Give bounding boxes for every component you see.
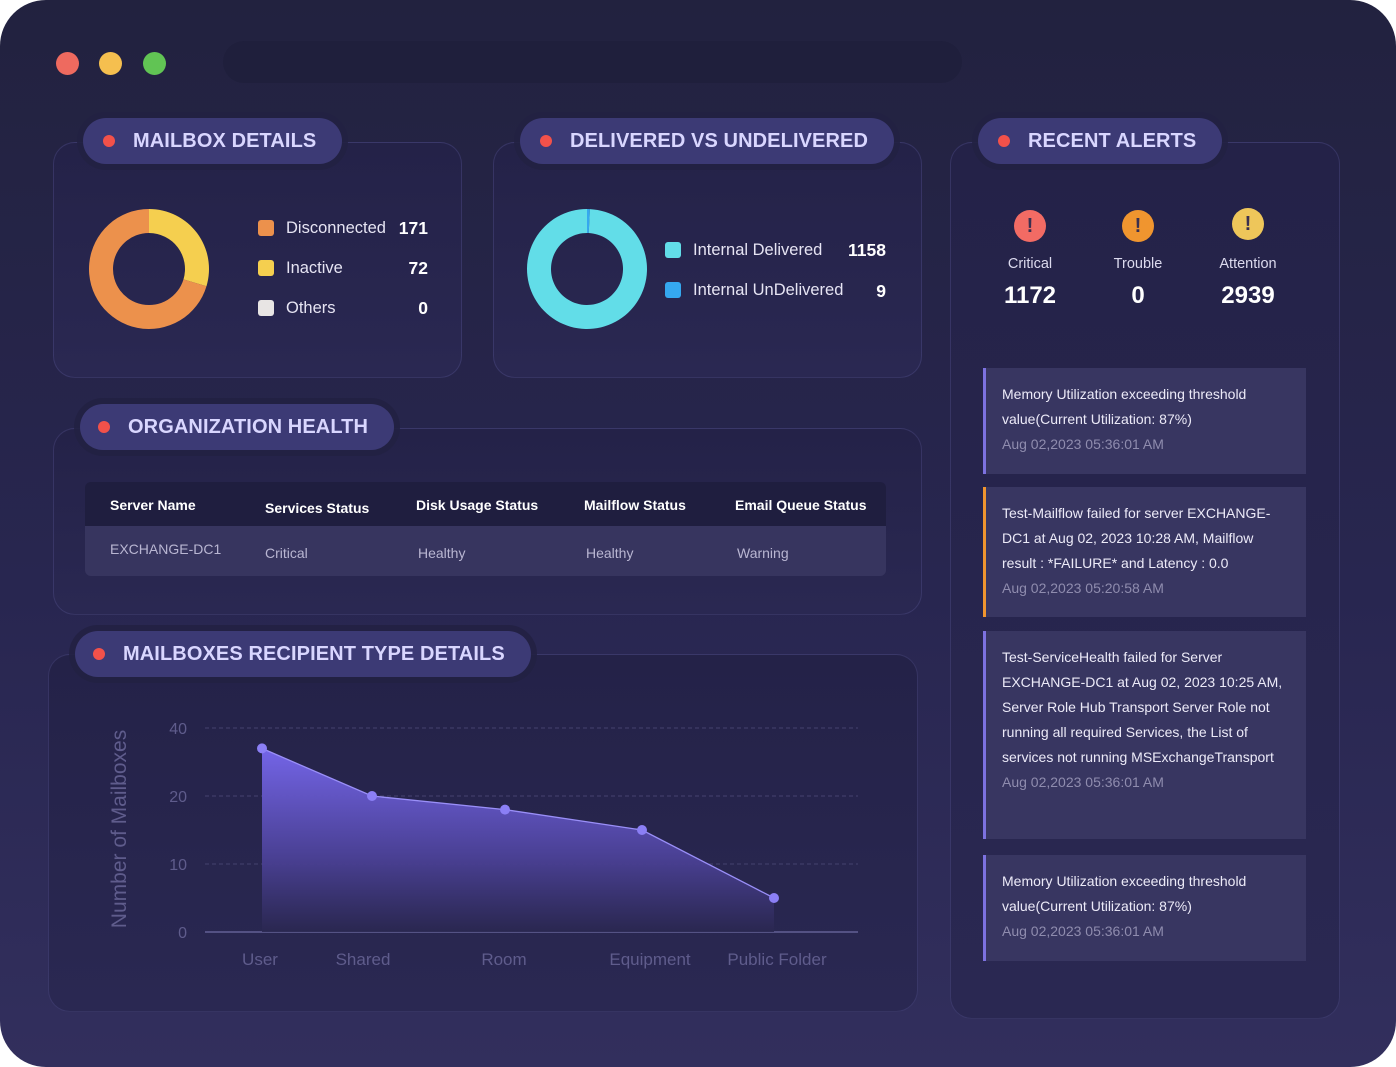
x-tick-label: Shared xyxy=(336,950,391,969)
donut-slice-inactive[interactable] xyxy=(149,209,209,287)
table-header: Server Name Services Status Disk Usage S… xyxy=(85,482,886,526)
x-tick-label: User xyxy=(242,950,278,969)
cell-email-queue-status: Warning xyxy=(737,545,789,561)
recent-alerts-header: RECENT ALERTS xyxy=(978,118,1223,164)
data-point-user[interactable] xyxy=(257,743,267,754)
legend-swatch xyxy=(258,260,274,276)
exclamation-icon: ! xyxy=(1014,210,1046,242)
alert-stat-count: 2939 xyxy=(1221,282,1275,309)
alert-stat-label: Attention xyxy=(1219,256,1277,272)
legend-item-others: Others xyxy=(258,297,336,319)
address-bar[interactable] xyxy=(223,41,962,83)
legend-item-internal-undelivered: Internal UnDelivered xyxy=(665,279,843,301)
mailbox-details-header: MAILBOX DETAILS xyxy=(83,118,343,164)
delivered-title: DELIVERED VS UNDELIVERED xyxy=(570,129,869,152)
y-tick-label: 40 xyxy=(169,721,187,738)
data-point-shared[interactable] xyxy=(367,791,377,801)
legend-label: Internal UnDelivered xyxy=(693,280,844,299)
column-header-server-name[interactable]: Server Name xyxy=(110,497,196,513)
y-axis-label: Number of Mailboxes xyxy=(108,730,131,928)
status-dot-icon xyxy=(540,135,552,147)
legend-item-internal-delivered: Internal Delivered xyxy=(665,239,822,261)
alert-stat-attention[interactable]: ! Attention 2939 xyxy=(1188,208,1308,310)
delivered-header: DELIVERED VS UNDELIVERED xyxy=(520,118,895,164)
data-point-equipment[interactable] xyxy=(637,825,647,835)
legend-value: 171 xyxy=(398,218,428,238)
alert-stat-count: 1172 xyxy=(1003,282,1057,309)
x-tick-label: Room xyxy=(481,950,526,969)
column-header-email-queue-status[interactable]: Email Queue Status xyxy=(735,497,866,513)
x-tick-label: Equipment xyxy=(609,950,691,969)
minimize-window-button[interactable] xyxy=(99,52,122,75)
alert-item[interactable]: Memory Utilization exceeding threshold v… xyxy=(983,368,1306,474)
alert-timestamp: Aug 02,2023 05:36:01 AM xyxy=(1002,436,1164,452)
data-point-room[interactable] xyxy=(500,804,510,815)
legend-value: 72 xyxy=(408,258,428,278)
y-tick-label: 20 xyxy=(169,789,187,806)
legend-swatch xyxy=(665,282,681,298)
x-tick-label: Public Folder xyxy=(727,950,827,969)
legend-item-inactive: Inactive xyxy=(258,257,343,279)
app-window: MAILBOX DETAILS Disconnected 171 Inactiv… xyxy=(0,0,1396,1067)
cell-server-name: EXCHANGE-DC1 xyxy=(110,541,222,557)
alert-timestamp: Aug 02,2023 05:36:01 AM xyxy=(1002,774,1164,790)
legend-swatch xyxy=(258,220,274,236)
legend-swatch xyxy=(665,242,681,258)
recipient-area-chart: Number of Mailboxes 0 10 20 40 User Shared Roo… xyxy=(108,721,858,969)
cell-mailflow-status: Healthy xyxy=(586,545,634,561)
legend-label: Inactive xyxy=(286,258,343,277)
alert-stat-label: Critical xyxy=(1007,256,1053,272)
legend-label: Internal Delivered xyxy=(693,240,823,259)
alert-item[interactable]: Test-ServiceHealth failed for Server EXC… xyxy=(983,631,1306,839)
org-health-title: ORGANIZATION HEALTH xyxy=(128,415,369,438)
alert-message: Test-ServiceHealth failed for Server EXC… xyxy=(1002,649,1283,765)
delivered-donut-chart xyxy=(527,209,647,329)
data-point-public-folder[interactable] xyxy=(769,893,779,903)
cell-services-status: Critical xyxy=(265,545,308,561)
alert-message: Memory Utilization exceeding threshold v… xyxy=(1002,873,1247,914)
column-header-services-status[interactable]: Services Status xyxy=(265,500,369,516)
mailbox-donut-chart xyxy=(89,209,209,329)
cell-disk-usage-status: Healthy xyxy=(418,545,466,561)
alert-stat-trouble[interactable]: ! Trouble 0 xyxy=(1078,210,1198,310)
alert-message: Test-Mailflow failed for server EXCHANGE… xyxy=(1002,505,1271,571)
y-tick-label: 10 xyxy=(169,857,187,874)
donut-slice-internal-delivered[interactable] xyxy=(527,209,647,329)
alert-item[interactable]: Memory Utilization exceeding threshold v… xyxy=(983,855,1306,961)
column-header-disk-usage-status[interactable]: Disk Usage Status xyxy=(416,497,538,513)
legend-swatch xyxy=(258,300,274,316)
exclamation-icon: ! xyxy=(1122,210,1154,242)
close-window-button[interactable] xyxy=(56,52,79,75)
alert-timestamp: Aug 02,2023 05:20:58 AM xyxy=(1002,580,1164,596)
table-row[interactable]: EXCHANGE-DC1 Critical Healthy Healthy Wa… xyxy=(85,526,886,576)
alert-item[interactable]: Test-Mailflow failed for server EXCHANGE… xyxy=(983,487,1306,617)
alert-stat-label: Trouble xyxy=(1113,256,1163,272)
recent-alerts-title: RECENT ALERTS xyxy=(1028,129,1197,152)
area-fill xyxy=(262,748,774,932)
legend-label: Others xyxy=(286,298,336,317)
status-dot-icon xyxy=(98,421,110,433)
legend-label: Disconnected xyxy=(286,218,386,237)
alert-stat-critical[interactable]: ! Critical 1172 xyxy=(970,210,1090,310)
legend-value: 0 xyxy=(418,298,428,318)
alert-timestamp: Aug 02,2023 05:36:01 AM xyxy=(1002,923,1164,939)
status-dot-icon xyxy=(998,135,1010,147)
exclamation-icon: ! xyxy=(1232,208,1264,240)
y-tick-label: 0 xyxy=(178,925,187,942)
status-dot-icon xyxy=(103,135,115,147)
alert-stat-count: 0 xyxy=(1131,282,1145,309)
legend-item-disconnected: Disconnected xyxy=(258,217,386,239)
legend-value: 1158 xyxy=(848,240,886,260)
alert-message: Memory Utilization exceeding threshold v… xyxy=(1002,386,1247,427)
mailbox-details-title: MAILBOX DETAILS xyxy=(133,129,317,152)
column-header-mailflow-status[interactable]: Mailflow Status xyxy=(584,497,686,513)
org-health-table: Server Name Services Status Disk Usage S… xyxy=(85,482,886,576)
maximize-window-button[interactable] xyxy=(143,52,166,75)
legend-value: 9 xyxy=(876,281,886,301)
org-health-header: ORGANIZATION HEALTH xyxy=(80,404,395,450)
